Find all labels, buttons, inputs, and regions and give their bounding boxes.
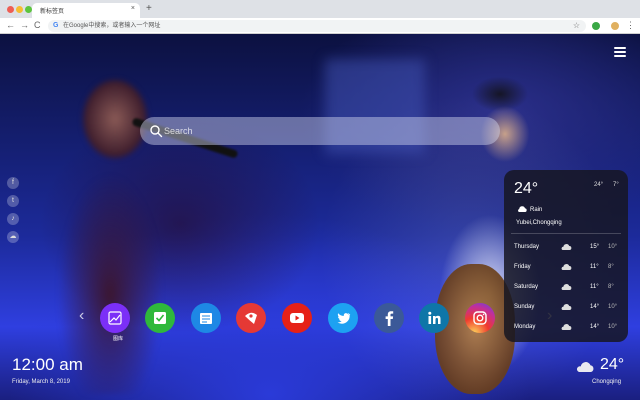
- forecast-low: 10°: [608, 324, 618, 330]
- forecast-row: Thursday 15° 10°: [504, 241, 628, 255]
- shortcuts-prev-arrow[interactable]: ‹: [79, 308, 84, 324]
- weather-condition: Rain: [530, 207, 543, 213]
- forecast-day: Friday: [514, 264, 531, 270]
- notify-icon[interactable]: ♪: [7, 213, 19, 225]
- cloud-icon[interactable]: [575, 360, 595, 374]
- facebook-icon[interactable]: f: [7, 177, 19, 189]
- forecast-row: Monday 14° 10°: [504, 321, 628, 335]
- facebook-icon: [374, 303, 404, 333]
- singer-left: [50, 64, 180, 394]
- shortcut-gallery[interactable]: [100, 303, 130, 333]
- check-icon: [145, 303, 175, 333]
- tab-new-tab[interactable]: 新标签页 ×: [32, 3, 140, 18]
- forecast-day: Monday: [514, 324, 536, 330]
- weather-location: Yubei,Chongqing: [516, 220, 562, 226]
- linkedin-icon: [419, 303, 449, 333]
- forecast-high: 11°: [590, 284, 599, 290]
- notes-icon: [191, 303, 221, 333]
- close-window-button[interactable]: [7, 6, 14, 13]
- youtube-icon: [282, 303, 312, 333]
- rain-cloud-icon: [518, 206, 527, 212]
- browser-menu-icon[interactable]: ⋮: [626, 19, 635, 32]
- instagram-icon: [465, 303, 495, 333]
- forecast-row: Saturday 11° 8°: [504, 281, 628, 295]
- twitter-icon: [328, 303, 358, 333]
- browser-toolbar: ← → C G 在Google中搜索，或者输入一个网址 ☆ ⋮: [0, 18, 640, 34]
- cloud-icon: [561, 324, 572, 330]
- reload-button[interactable]: C: [34, 19, 41, 32]
- cloud-icon: [561, 264, 572, 270]
- profile-avatar[interactable]: [610, 21, 620, 31]
- shortcut-games[interactable]: [236, 303, 266, 333]
- search-bar[interactable]: [140, 117, 500, 145]
- weather-divider: [511, 233, 621, 234]
- weather-panel: 24° 24° 7° Rain Yubei,Chongqing Thursday…: [504, 170, 628, 342]
- twitter-icon[interactable]: t: [7, 195, 19, 207]
- address-bar[interactable]: G 在Google中搜索，或者输入一个网址 ☆: [48, 20, 586, 32]
- google-icon: G: [53, 22, 59, 29]
- cloud-icon: [561, 284, 572, 290]
- search-input[interactable]: [164, 117, 484, 145]
- browser-tab-bar: 新标签页 × +: [0, 0, 640, 18]
- forecast-day: Sunday: [514, 304, 535, 310]
- weather-current-temp: 24°: [514, 180, 539, 197]
- game-icon: [236, 303, 266, 333]
- forecast-high: 14°: [590, 324, 600, 330]
- forecast-high: 14°: [590, 304, 600, 310]
- forecast-day: Thursday: [514, 244, 540, 250]
- wechat-icon[interactable]: ☁: [7, 231, 19, 243]
- back-button[interactable]: ←: [6, 19, 15, 32]
- shortcut-notes[interactable]: [191, 303, 221, 333]
- maximize-window-button[interactable]: [25, 6, 32, 13]
- extension-icon[interactable]: [592, 22, 600, 30]
- shortcut-gallery-label: 图库: [112, 336, 123, 342]
- shortcut-youtube[interactable]: [282, 303, 312, 333]
- forecast-row: Friday 11° 8°: [504, 261, 628, 275]
- address-placeholder: 在Google中搜索，或者输入一个网址: [63, 23, 161, 29]
- clock-time: 12:00 am: [12, 355, 83, 374]
- weather-high: 24°: [594, 182, 604, 188]
- tab-title: 新标签页: [40, 9, 65, 15]
- weather-low: 7°: [613, 182, 619, 188]
- hamburger-menu-icon[interactable]: [614, 45, 626, 57]
- forecast-high: 15°: [590, 244, 600, 250]
- forecast-low: 8°: [608, 284, 614, 290]
- shortcut-tasks[interactable]: [145, 303, 175, 333]
- bottom-weather-temp[interactable]: 24°: [600, 356, 624, 374]
- forecast-low: 10°: [608, 244, 618, 250]
- clock-date: Friday, March 8, 2019: [12, 379, 70, 385]
- minimize-window-button[interactable]: [16, 6, 23, 13]
- shortcut-instagram[interactable]: [465, 303, 495, 333]
- shortcut-twitter[interactable]: [328, 303, 358, 333]
- cloud-icon: [561, 304, 572, 310]
- forecast-low: 8°: [608, 264, 614, 270]
- forecast-day: Saturday: [514, 284, 539, 290]
- new-tab-button[interactable]: +: [146, 3, 152, 15]
- search-icon: [150, 125, 163, 138]
- gallery-icon: [100, 303, 130, 333]
- forecast-row: Sunday 14° 10°: [504, 301, 628, 315]
- cloud-icon: [561, 244, 572, 250]
- forecast-low: 10°: [608, 304, 618, 310]
- shortcut-linkedin[interactable]: [419, 303, 449, 333]
- forecast-high: 11°: [590, 264, 599, 270]
- close-tab-icon[interactable]: ×: [131, 5, 135, 12]
- forward-button[interactable]: →: [20, 19, 29, 32]
- bookmark-star-icon[interactable]: ☆: [573, 20, 580, 32]
- bottom-weather-city: Chongqing: [592, 379, 622, 385]
- shortcut-facebook[interactable]: [374, 303, 404, 333]
